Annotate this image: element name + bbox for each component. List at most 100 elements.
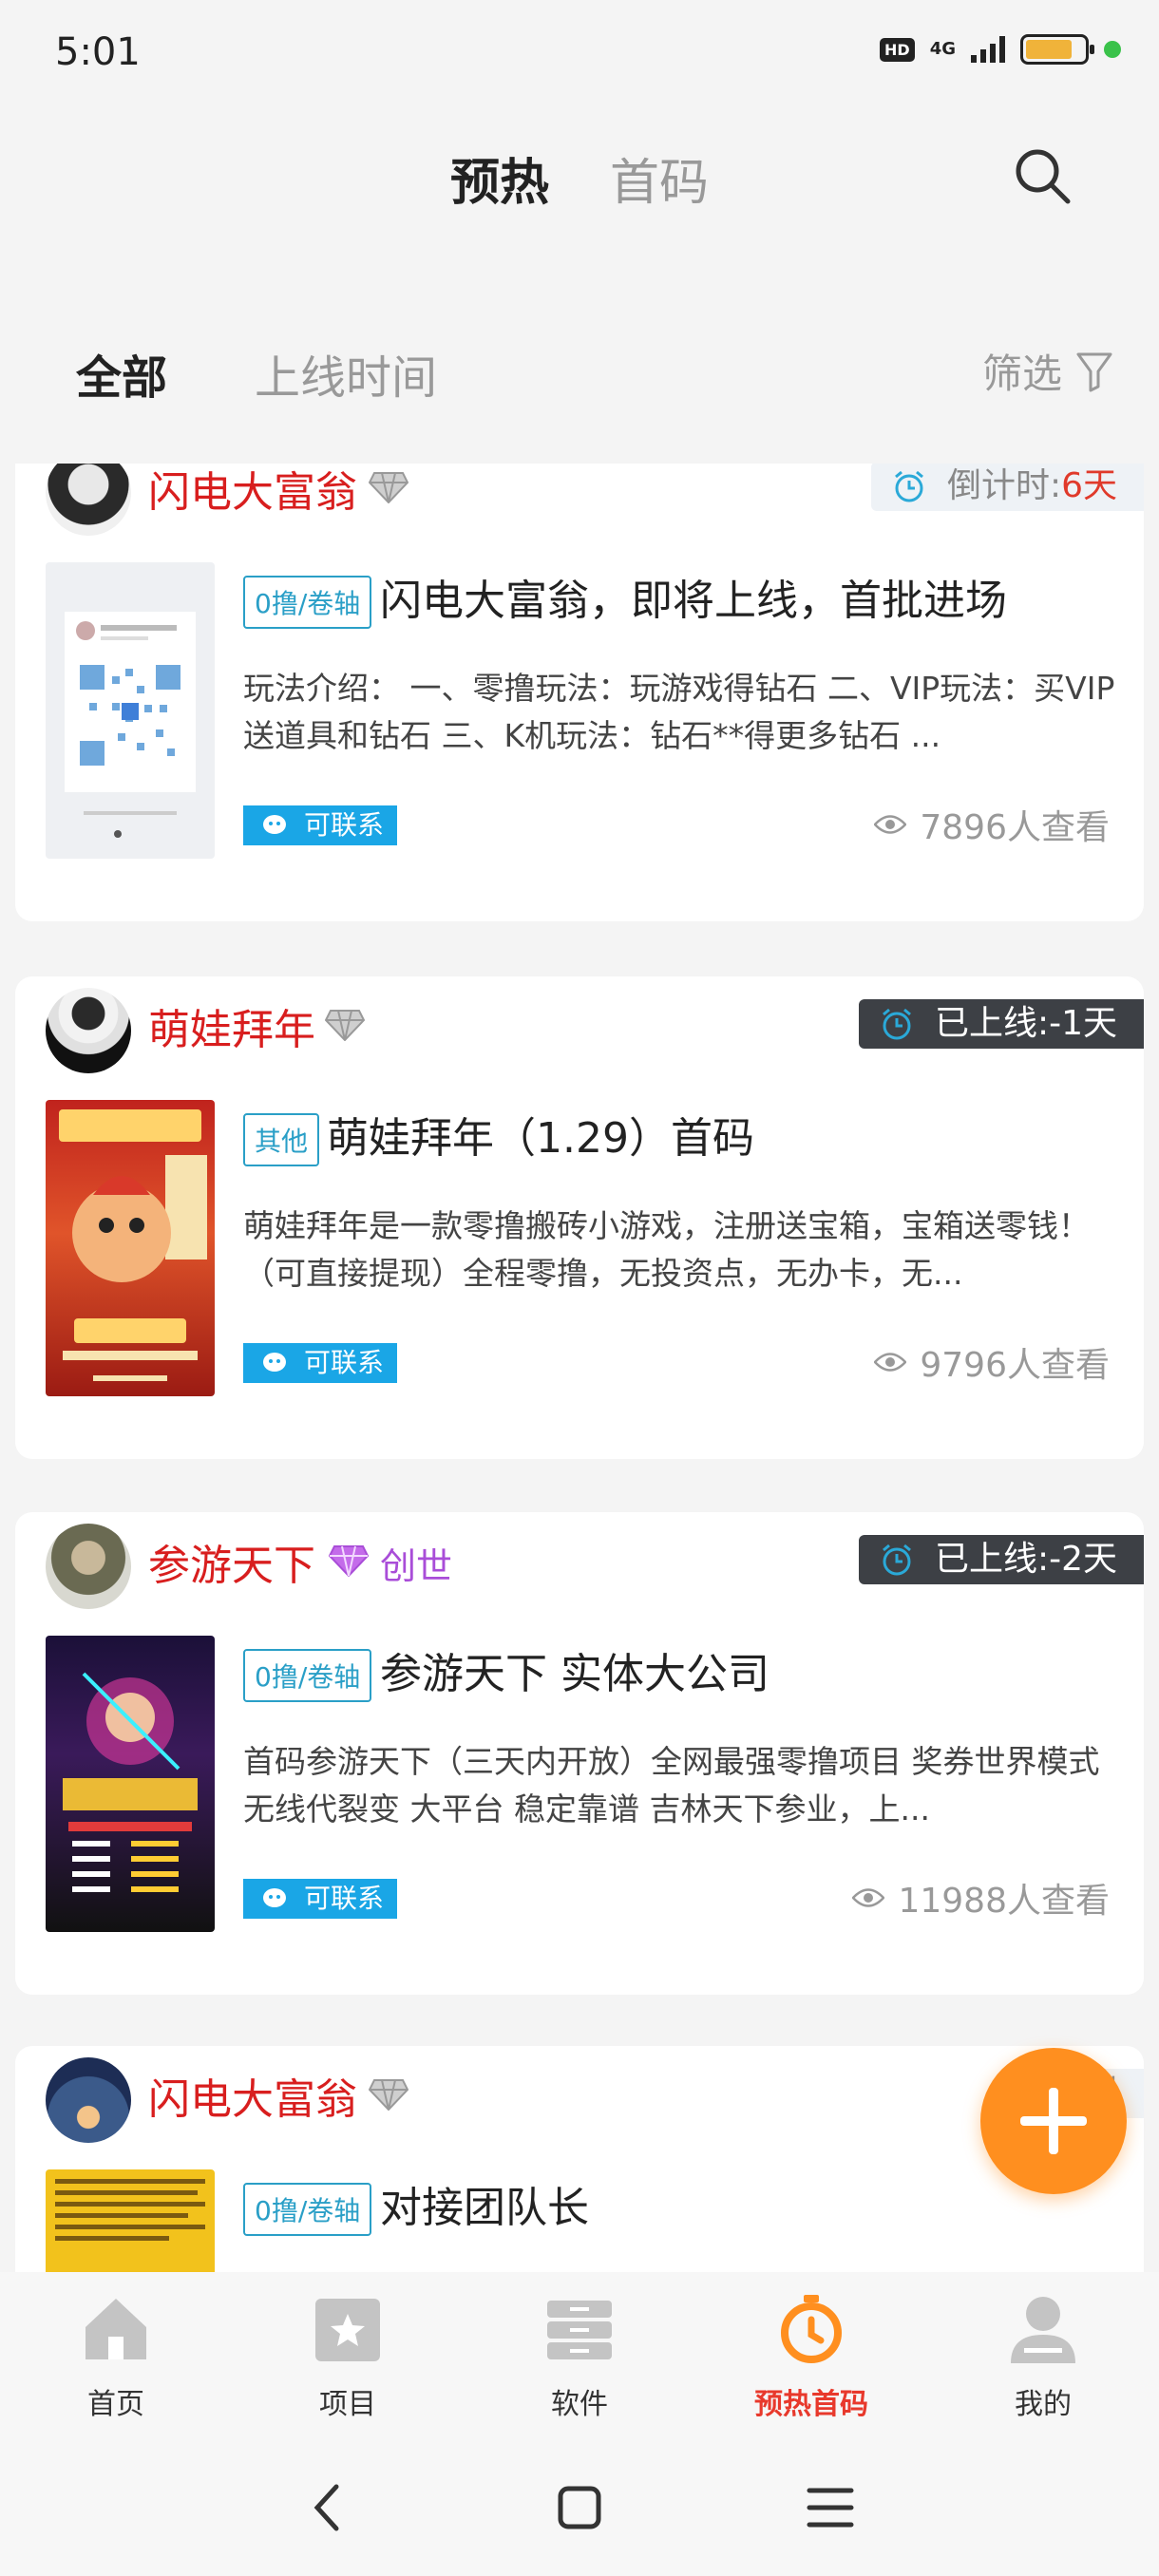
contact-label: 可联系: [304, 1347, 385, 1378]
alarm-clock-icon: [882, 1008, 911, 1040]
project-description: 首码参游天下（三天内开放）全网最强零撸项目 奖券世界模式 无线代裂变 大平台 稳…: [243, 1743, 1100, 1828]
privacy-dot-icon: [1104, 41, 1121, 58]
home-square-icon[interactable]: [551, 2479, 608, 2536]
diamond-icon: [325, 1010, 365, 1041]
wechat-icon: [263, 815, 286, 834]
nav-label: 我的: [1015, 2388, 1072, 2421]
eye-icon: [874, 815, 907, 834]
screen-button[interactable]: 筛选: [982, 342, 1113, 400]
online-badge: 已上线:-2天: [858, 1535, 1144, 1584]
nav-item-preheat[interactable]: 预热首码: [735, 2291, 887, 2422]
contact-badge[interactable]: 可联系: [243, 1343, 397, 1383]
status-bar: 5:01 HD 4G: [0, 0, 1159, 104]
vip-level: 创世: [380, 1545, 453, 1587]
timer-prefix: 已上线:: [934, 1540, 1050, 1579]
project-card[interactable]: 闪电大富翁 倒 0撸/卷轴 对接团队长: [15, 2046, 1144, 2272]
search-icon[interactable]: [1011, 144, 1074, 207]
avatar[interactable]: [46, 1524, 131, 1609]
home-icon: [86, 2299, 146, 2359]
category-tag: 0撸/卷轴: [243, 2183, 372, 2236]
battery-icon: [1020, 34, 1094, 65]
signal-icon: [971, 36, 1005, 63]
category-tag: 0撸/卷轴: [243, 1649, 372, 1702]
category-tag: 其他: [243, 1113, 320, 1166]
profile-icon: [1011, 2297, 1075, 2363]
avatar[interactable]: [46, 988, 131, 1073]
countdown-badge: 倒计时:6天: [870, 464, 1144, 511]
cover-image[interactable]: [46, 2169, 215, 2272]
view-count: 11988人查看: [852, 1873, 1110, 1923]
category-tag: 0撸/卷轴: [243, 576, 372, 629]
alarm-clock-icon: [894, 470, 923, 502]
view-count: 7896人查看: [874, 800, 1110, 849]
contact-label: 可联系: [304, 1883, 385, 1914]
tab-preheat[interactable]: 预热: [450, 142, 550, 214]
tab-first-code[interactable]: 首码: [610, 142, 709, 214]
contact-badge[interactable]: 可联系: [243, 805, 397, 845]
timer-value: -1天: [1049, 1004, 1117, 1043]
view-count: 9796人查看: [874, 1337, 1110, 1387]
menu-icon[interactable]: [802, 2479, 859, 2536]
project-icon: [315, 2299, 380, 2361]
contact-label: 可联系: [304, 809, 385, 841]
wechat-icon: [263, 1888, 286, 1907]
eye-icon: [852, 1888, 885, 1907]
view-count-text: 9796人查看: [920, 1346, 1110, 1385]
timer-prefix: 倒计时:: [946, 466, 1062, 505]
project-card[interactable]: 萌娃拜年 已上线:-1天 其他 萌娃拜年（1.29）首码 萌娃拜年是一款零撸搬砖…: [15, 976, 1144, 1459]
avatar[interactable]: [46, 464, 131, 536]
project-description: 玩法介绍： 一、零撸玩法：玩游戏得钻石 二、VIP玩法：买VIP送道具和钻石 三…: [243, 670, 1115, 754]
author-name[interactable]: 萌娃拜年: [148, 995, 315, 1056]
system-nav-bar: [0, 2443, 1159, 2576]
project-feed: 闪电大富翁 倒计时:6天 0撸/卷轴 闪电大富翁，即将上线，首批进场 玩法介绍：…: [15, 464, 1144, 2272]
add-button[interactable]: [980, 2048, 1127, 2194]
nav-label: 项目: [319, 2388, 376, 2421]
filter-all[interactable]: 全部: [76, 340, 168, 407]
screen-label: 筛选: [981, 350, 1062, 397]
author-name[interactable]: 闪电大富翁: [148, 2065, 357, 2126]
author-name[interactable]: 参游天下: [148, 1531, 315, 1592]
timer-prefix: 已上线:: [934, 1004, 1050, 1043]
nav-item-software[interactable]: 软件: [504, 2291, 656, 2422]
project-title[interactable]: 对接团队长: [380, 2173, 589, 2234]
filter-icon: [1076, 352, 1112, 391]
software-icon: [547, 2301, 612, 2359]
project-description: 萌娃拜年是一款零撸搬砖小游戏，注册送宝箱，宝箱送零钱！（可直接提现）全程零撸，无…: [243, 1207, 1090, 1292]
contact-badge[interactable]: 可联系: [243, 1879, 397, 1919]
filter-online-time[interactable]: 上线时间: [255, 340, 437, 407]
author-name[interactable]: 闪电大富翁: [148, 464, 357, 519]
view-count-text: 7896人查看: [920, 808, 1110, 847]
filter-row: 全部 上线时间 筛选: [0, 332, 1159, 418]
status-time: 5:01: [55, 30, 141, 74]
cover-image[interactable]: [46, 562, 215, 859]
nav-label: 预热首码: [754, 2388, 868, 2421]
cover-image[interactable]: [46, 1100, 215, 1396]
alarm-clock-icon: [882, 1544, 911, 1576]
timer-value: 6天: [1061, 466, 1117, 505]
nav-item-home[interactable]: 首页: [40, 2291, 192, 2422]
wechat-icon: [263, 1353, 286, 1372]
eye-icon: [874, 1353, 907, 1372]
network-type: 4G: [929, 39, 956, 59]
view-count-text: 11988人查看: [898, 1882, 1110, 1921]
project-title[interactable]: 闪电大富翁，即将上线，首批进场: [380, 566, 1007, 627]
online-badge: 已上线:-1天: [858, 999, 1144, 1049]
top-tabs: 预热 首码: [0, 133, 1159, 228]
cover-image[interactable]: [46, 1636, 215, 1932]
back-icon[interactable]: [300, 2479, 357, 2536]
vip-diamond-icon: [329, 1545, 369, 1577]
nav-label: 软件: [551, 2388, 608, 2421]
timer-value: -2天: [1049, 1540, 1117, 1579]
status-icons: HD 4G: [880, 34, 1121, 65]
project-title[interactable]: 参游天下 实体大公司: [380, 1639, 770, 1700]
avatar[interactable]: [46, 2057, 131, 2143]
project-card[interactable]: 参游天下 创世 已上线:-2天 0撸/卷轴 参游天下 实体大公司 首码参游天下（…: [15, 1512, 1144, 1995]
bottom-nav: 首页 项目 软件 预热首码 我的: [0, 2272, 1159, 2443]
nav-label: 首页: [87, 2388, 144, 2421]
nav-item-project[interactable]: 项目: [272, 2291, 424, 2422]
project-card[interactable]: 闪电大富翁 倒计时:6天 0撸/卷轴 闪电大富翁，即将上线，首批进场 玩法介绍：…: [15, 464, 1144, 921]
diamond-icon: [369, 2079, 408, 2111]
timer-icon: [781, 2295, 842, 2363]
project-title[interactable]: 萌娃拜年（1.29）首码: [327, 1104, 754, 1165]
nav-item-mine[interactable]: 我的: [967, 2291, 1119, 2422]
